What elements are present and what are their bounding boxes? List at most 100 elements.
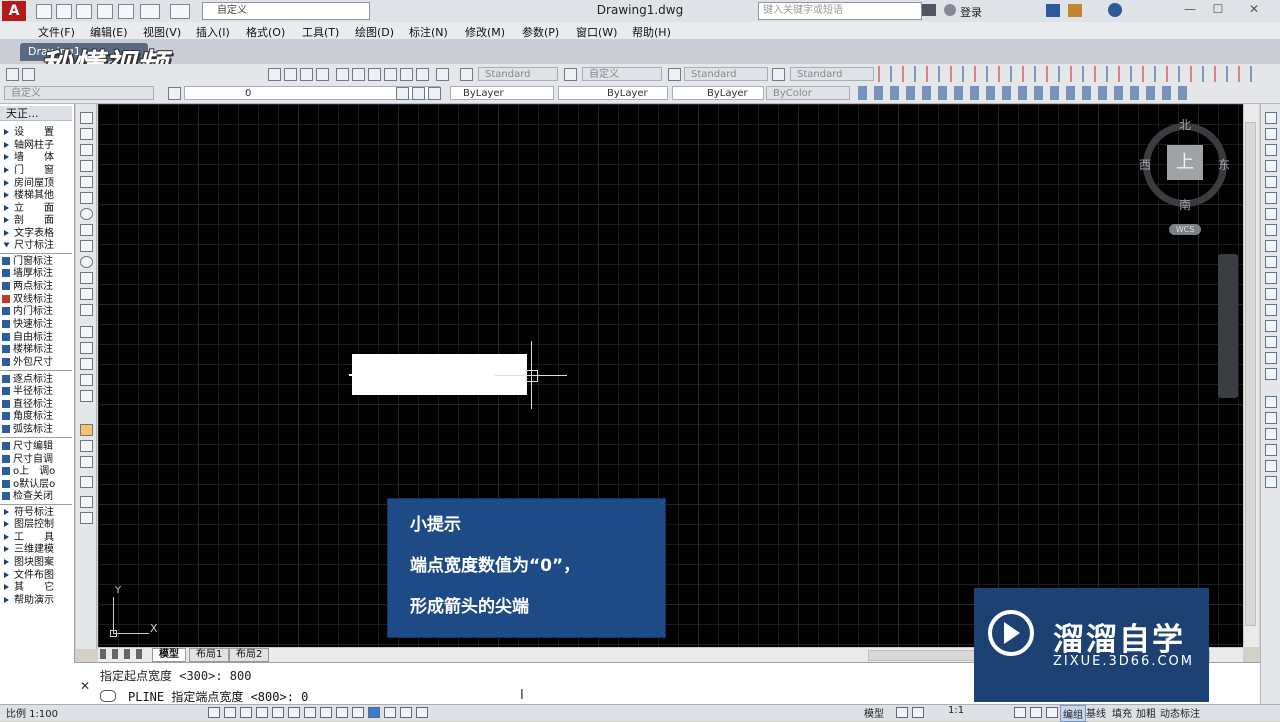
- binoculars-icon[interactable]: [922, 4, 936, 16]
- new-file-icon[interactable]: [36, 4, 52, 19]
- palette-item-outer-dim[interactable]: 外包尺寸: [2, 357, 68, 369]
- palette-item-dimension[interactable]: 尺寸标注: [3, 240, 70, 252]
- palette-item-double-line-dim[interactable]: 双线标注: [2, 294, 68, 306]
- point-icon[interactable]: [80, 326, 93, 338]
- save-as-icon[interactable]: [97, 4, 113, 19]
- palette-item-other[interactable]: 其 它: [4, 582, 70, 594]
- viewcube-west-label[interactable]: 西: [1139, 156, 1151, 173]
- pan-icon[interactable]: [268, 68, 281, 81]
- break-at-point-icon[interactable]: [1265, 288, 1277, 300]
- exchange-icon[interactable]: [1046, 4, 1060, 17]
- table-style-select[interactable]: Standard: [684, 67, 768, 81]
- dim-style-icon[interactable]: [564, 68, 577, 81]
- wcs-menu-button[interactable]: WCS: [1169, 224, 1201, 235]
- qp-icon[interactable]: [384, 707, 396, 718]
- search-input[interactable]: 键入关键字或短语: [758, 2, 922, 20]
- status-bold-toggle[interactable]: 加粗: [1136, 705, 1156, 720]
- sc-icon[interactable]: [400, 707, 412, 718]
- break-icon[interactable]: [1265, 304, 1277, 316]
- explode-icon[interactable]: [1265, 396, 1277, 408]
- undo-icon[interactable]: [140, 4, 160, 19]
- zoom-previous-icon[interactable]: [316, 68, 329, 81]
- menu-insert[interactable]: 插入(I): [196, 24, 230, 40]
- tpy-icon[interactable]: [368, 707, 380, 718]
- text-style-icon[interactable]: [460, 68, 473, 81]
- login-link[interactable]: 登录: [960, 4, 982, 20]
- layer-state-icon[interactable]: [428, 87, 441, 100]
- palette-item-wall-thickness-dim[interactable]: 墙厚标注: [2, 268, 68, 280]
- add-selected-icon[interactable]: [80, 440, 93, 452]
- draw-tool-icon[interactable]: [80, 456, 93, 468]
- palette-item-dim-auto[interactable]: 尺寸自调: [2, 454, 68, 466]
- multileader-style-select[interactable]: Standard: [790, 67, 874, 81]
- menu-file[interactable]: 文件(F): [38, 24, 75, 40]
- join-icon[interactable]: [1265, 320, 1277, 332]
- rotate-icon[interactable]: [1265, 208, 1277, 220]
- palette-item-symbols[interactable]: 符号标注: [4, 507, 70, 519]
- menu-edit[interactable]: 编辑(E): [90, 24, 128, 40]
- palette-item-diameter-dim[interactable]: 直径标注: [2, 399, 68, 411]
- open-icon[interactable]: [22, 68, 35, 81]
- tab-layout2[interactable]: 布局2: [229, 648, 270, 662]
- quick-view-drawings-icon[interactable]: [912, 707, 924, 718]
- arc-icon[interactable]: [80, 192, 93, 204]
- multileader-style-icon[interactable]: [772, 68, 785, 81]
- palette-item-arc-dim[interactable]: 弧弦标注: [2, 424, 68, 436]
- menu-help[interactable]: 帮助(H): [632, 24, 671, 40]
- command-close-icon[interactable]: ✕: [80, 679, 90, 693]
- palette-item-layer-control[interactable]: 图层控制: [4, 519, 70, 531]
- workspace-switch-icon[interactable]: [1014, 707, 1026, 718]
- viewcube-south-label[interactable]: 南: [1179, 196, 1191, 213]
- ellipse-arc-icon[interactable]: [80, 272, 93, 284]
- polygon-icon[interactable]: [80, 160, 93, 172]
- palette-item-text-table[interactable]: 文字表格: [4, 228, 70, 240]
- palette-item-stair-dim[interactable]: 楼梯标注: [2, 344, 68, 356]
- table-icon[interactable]: [80, 424, 93, 436]
- region-icon[interactable]: [80, 374, 93, 386]
- color-select[interactable]: ByLayer: [450, 86, 554, 100]
- modify-tool-2-icon[interactable]: [1265, 428, 1277, 440]
- palette-item-settings[interactable]: 设 置: [4, 127, 70, 139]
- app-logo-button[interactable]: A: [2, 1, 26, 21]
- grid-icon[interactable]: [224, 707, 236, 718]
- palette-item-two-point-dim[interactable]: 两点标注: [2, 281, 68, 293]
- offset-icon[interactable]: [1265, 160, 1277, 172]
- snap-icon[interactable]: [208, 707, 220, 718]
- menu-dimension[interactable]: 标注(N): [409, 24, 448, 40]
- palette-item-quick-dim[interactable]: 快速标注: [2, 319, 68, 331]
- palette-item-elevation[interactable]: 立 面: [4, 203, 70, 215]
- command-input[interactable]: PLINE 指定端点宽度 <800>: 0: [128, 688, 308, 705]
- draw-tool-4-icon[interactable]: [80, 512, 93, 524]
- palette-item-free-dim[interactable]: 自由标注: [2, 332, 68, 344]
- menu-modify[interactable]: 修改(M): [465, 24, 505, 40]
- zoom-ratio[interactable]: 1:1: [948, 705, 964, 716]
- menu-tools[interactable]: 工具(T): [302, 24, 339, 40]
- zoom-window-icon[interactable]: [300, 68, 313, 81]
- trim-icon[interactable]: [1265, 256, 1277, 268]
- lineweight-select[interactable]: ByLayer: [672, 86, 764, 100]
- gradient-icon[interactable]: [80, 358, 93, 370]
- quickcalc-icon[interactable]: [416, 68, 429, 81]
- user-icon[interactable]: [944, 4, 956, 16]
- lwt-icon[interactable]: [352, 707, 364, 718]
- viewcube-east-label[interactable]: 东: [1218, 156, 1230, 173]
- save-icon[interactable]: [76, 4, 92, 19]
- minimize-button[interactable]: —: [1176, 2, 1204, 18]
- table-style-icon[interactable]: [668, 68, 681, 81]
- close-window-button[interactable]: ✕: [1240, 2, 1268, 18]
- lock-ui-icon[interactable]: [1030, 707, 1042, 718]
- help-toolbar-icon[interactable]: [436, 68, 449, 81]
- vertical-scroll-thumb[interactable]: [1245, 122, 1256, 626]
- text-style-select[interactable]: Standard: [478, 67, 558, 81]
- lock-icon[interactable]: [1068, 4, 1082, 17]
- annotation-scale[interactable]: 比例 1:100: [6, 705, 58, 720]
- help-icon[interactable]: [1108, 3, 1122, 17]
- dimension-toolbar-icons[interactable]: [878, 66, 1258, 82]
- palette-item-section[interactable]: 剖 面: [4, 215, 70, 227]
- qnew-icon[interactable]: [6, 68, 19, 81]
- palette-item-dim-edit[interactable]: 尺寸编辑: [2, 441, 68, 453]
- dyn-icon[interactable]: [336, 707, 348, 718]
- isolate-icon[interactable]: [1046, 707, 1058, 718]
- construction-line-icon[interactable]: [80, 128, 93, 140]
- linetype-select[interactable]: ByLayer: [558, 86, 668, 100]
